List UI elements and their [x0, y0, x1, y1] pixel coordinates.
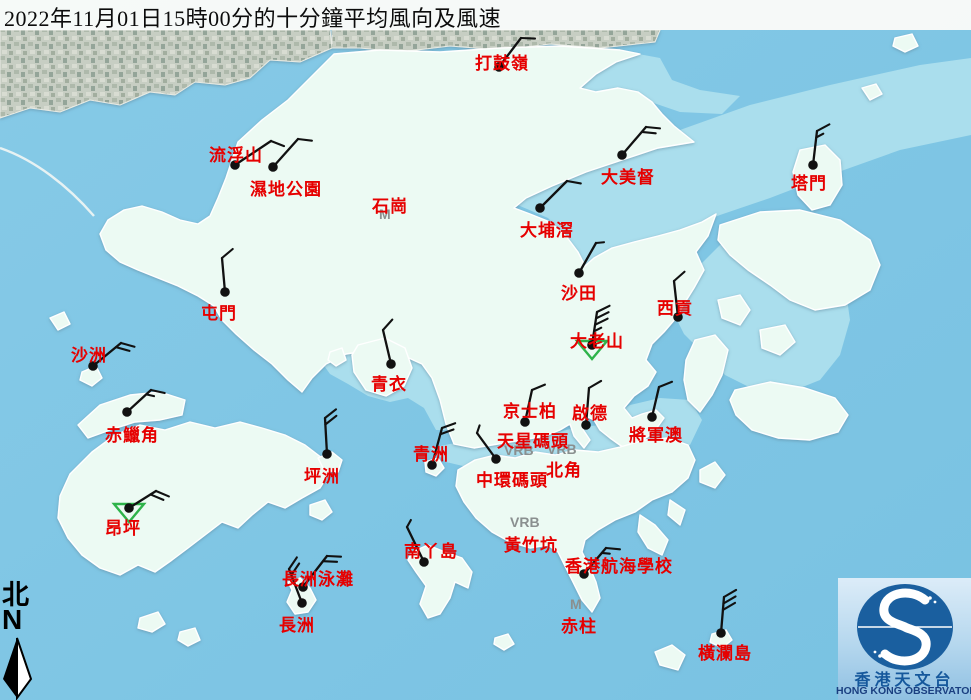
station-dot: [220, 287, 230, 297]
station-label-tsing-yi: 青衣: [371, 370, 407, 395]
barb-feather: [606, 548, 620, 549]
station-label-ta-kwu-ling: 打鼓嶺: [475, 49, 529, 74]
station-label-wong-chuk-hang: 黃竹坑: [504, 531, 558, 556]
station-label-tseung-kwan-o: 將軍澳: [629, 421, 683, 446]
wind-map-screen: 2022年11月01日15時00分的十分鐘平均風向及風速 打鼓嶺流浮山濕地公園石…: [0, 0, 971, 700]
barb-feather: [642, 132, 656, 133]
station-label-shek-kong: 石崗: [372, 192, 408, 217]
hko-logo: 香港天文台 HONG KONG OBSERVATORY: [838, 578, 971, 700]
station-dot: [122, 407, 132, 417]
page-title: 2022年11月01日15時00分的十分鐘平均風向及風速: [4, 1, 501, 33]
station-label-central-pier: 中環碼頭: [476, 466, 548, 491]
station-dot: [574, 268, 584, 278]
barb-feather: [521, 38, 535, 39]
station-marker-stanley: M: [570, 596, 582, 612]
station-dot: [716, 628, 726, 638]
compass: 北 N: [2, 582, 38, 632]
station-label-peng-chau: 坪洲: [304, 462, 340, 487]
station-dot: [491, 454, 501, 464]
station-dot: [617, 150, 627, 160]
station-label-lamma-island: 南丫島: [404, 537, 458, 562]
station-label-kai-tak: 啟德: [572, 399, 608, 424]
barb-feather: [596, 242, 604, 243]
station-label-north-point: 北角: [546, 456, 582, 481]
station-label-sha-chau: 沙洲: [71, 341, 107, 366]
station-dot: [535, 203, 545, 213]
hong-kong-map: [0, 0, 971, 700]
station-label-sha-tin: 沙田: [561, 279, 597, 304]
station-label-tuen-mun: 屯門: [201, 299, 237, 324]
hko-logo-name-en: HONG KONG OBSERVATORY: [836, 685, 971, 697]
station-label-chek-lap-kok: 赤鱲角: [105, 421, 159, 446]
station-label-sai-kung: 西貢: [657, 294, 693, 319]
compass-north-letter: N: [2, 608, 38, 632]
barb-feather: [327, 556, 341, 557]
station-label-lau-fau-shan: 流浮山: [209, 141, 263, 166]
station-dot: [124, 503, 134, 513]
title-bar: 2022年11月01日15時00分的十分鐘平均風向及風速: [0, 0, 971, 30]
station-label-kings-park: 京士柏: [503, 397, 557, 422]
station-dot: [322, 449, 332, 459]
station-label-tai-mei-tuk: 大美督: [601, 163, 655, 188]
station-label-tap-mun: 塔門: [791, 169, 827, 194]
station-label-tai-po-kau: 大埔滘: [520, 216, 574, 241]
station-dot: [386, 359, 396, 369]
station-label-ngong-ping: 昂坪: [105, 514, 141, 539]
station-label-hk-sea-school: 香港航海學校: [565, 552, 673, 577]
station-dot: [268, 162, 278, 172]
station-label-wetland-park: 濕地公園: [250, 175, 322, 200]
station-label-cheung-chau-beach: 長洲泳灘: [282, 565, 354, 590]
barb-feather: [323, 561, 337, 562]
station-marker-wong-chuk-hang: VRB: [510, 514, 540, 530]
station-label-green-island: 青洲: [413, 440, 449, 465]
barb-feather: [646, 127, 660, 128]
station-label-stanley: 赤柱: [561, 612, 597, 637]
station-label-star-ferry-pier: 天星碼頭: [497, 427, 569, 452]
station-label-tates-cairn: 大老山: [570, 327, 624, 352]
station-dot: [297, 598, 307, 608]
station-label-waglan-island: 橫瀾島: [698, 639, 752, 664]
station-label-cheung-chau: 長洲: [279, 611, 315, 636]
